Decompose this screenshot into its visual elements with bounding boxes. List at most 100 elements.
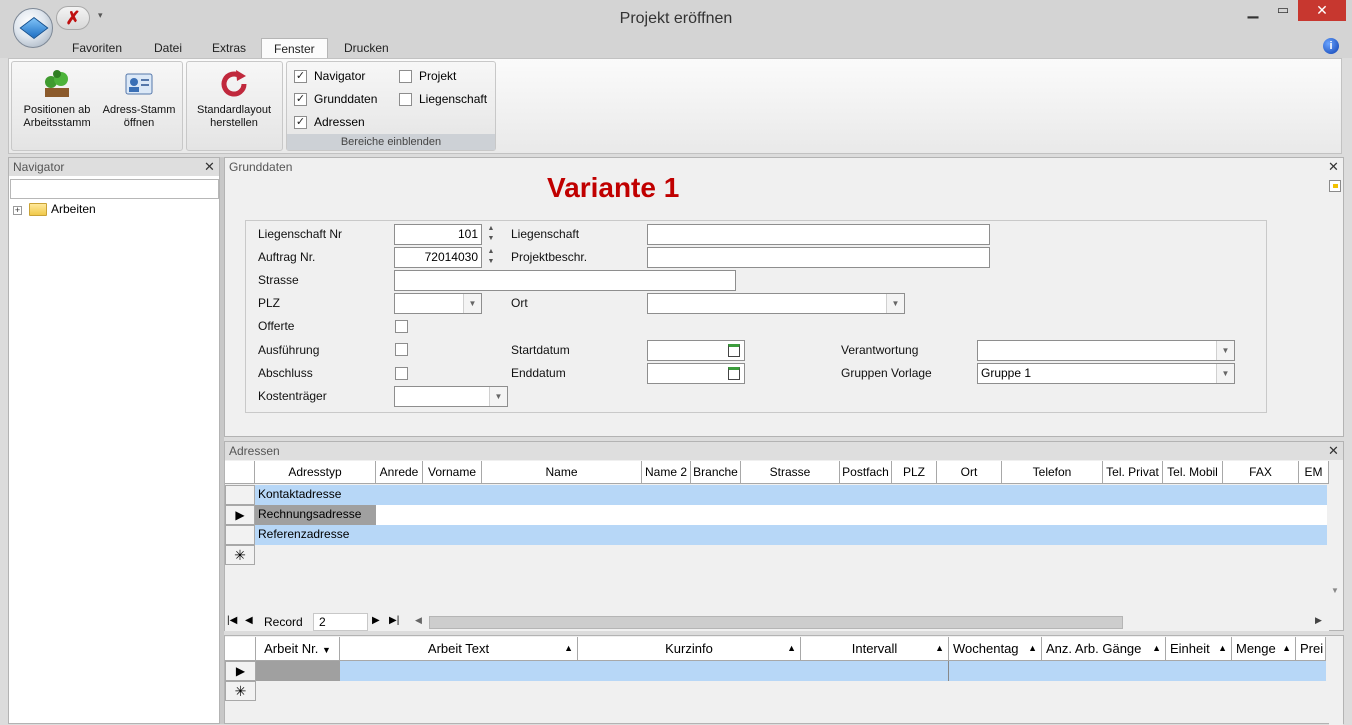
tree-expand-icon[interactable]: +: [13, 206, 22, 215]
column-header[interactable]: Vorname: [423, 461, 482, 484]
sort-up-icon[interactable]: ▲: [935, 637, 944, 660]
liegenschaft-checkbox[interactable]: Liegenschaft: [399, 90, 487, 108]
column-header[interactable]: Arbeit Nr. ▼: [256, 637, 340, 661]
chevron-down-icon[interactable]: ▼: [886, 294, 904, 313]
verantwortung-combo[interactable]: ▼: [977, 340, 1235, 361]
column-header[interactable]: Branche: [691, 461, 741, 484]
ort-combo[interactable]: ▼: [647, 293, 905, 314]
calendar-icon[interactable]: [728, 344, 740, 357]
table-row[interactable]: [340, 661, 949, 681]
current-row-arrow-icon[interactable]: ▶: [225, 661, 256, 681]
startdatum-input[interactable]: [647, 340, 745, 361]
record-number-input[interactable]: 2: [313, 613, 368, 631]
last-record-icon[interactable]: ▶|: [389, 615, 399, 626]
tab-drucken[interactable]: Drucken: [336, 38, 397, 58]
column-header[interactable]: Tel. Privat: [1103, 461, 1163, 484]
column-header[interactable]: Anz. Arb. Gänge ▲: [1042, 637, 1166, 661]
chevron-down-icon[interactable]: ▼: [489, 387, 507, 406]
strasse-input[interactable]: [394, 270, 736, 291]
grunddaten-close-icon[interactable]: ✕: [1328, 159, 1339, 175]
adressen-close-icon[interactable]: ✕: [1328, 443, 1339, 459]
app-menu-button[interactable]: [13, 8, 53, 48]
projekt-checkbox[interactable]: Projekt: [399, 67, 456, 85]
column-header[interactable]: Anrede: [376, 461, 423, 484]
maximize-button[interactable]: ▭: [1270, 2, 1296, 22]
gruppen-vorlage-combo[interactable]: Gruppe 1 ▼: [977, 363, 1235, 384]
column-header[interactable]: Strasse: [741, 461, 840, 484]
new-row-asterisk-icon[interactable]: ✳: [225, 681, 256, 701]
calendar-icon[interactable]: [728, 367, 740, 380]
tab-favoriten[interactable]: Favoriten: [64, 38, 130, 58]
next-record-icon[interactable]: ▶: [372, 615, 380, 626]
column-header[interactable]: Name: [482, 461, 642, 484]
plz-combo[interactable]: ▼: [394, 293, 482, 314]
positionen-button[interactable]: Positionen ab Arbeitsstamm: [16, 64, 98, 136]
column-header[interactable]: Wochentag ▲: [949, 637, 1042, 661]
liegenschaft-nr-input[interactable]: 101: [394, 224, 482, 245]
scroll-down-icon[interactable]: ▼: [1331, 586, 1339, 595]
column-header[interactable]: Name 2: [642, 461, 691, 484]
minimize-button[interactable]: ▁: [1240, 2, 1266, 22]
liegenschaft-nr-spinner[interactable]: ▲ ▼: [485, 224, 497, 245]
liegenschaft-input[interactable]: [647, 224, 990, 245]
navigator-close-icon[interactable]: ✕: [204, 159, 215, 175]
grunddaten-checkbox[interactable]: ✓ Grunddaten: [294, 90, 377, 108]
navigator-checkbox[interactable]: ✓ Navigator: [294, 67, 365, 85]
tree-item-arbeiten[interactable]: Arbeiten: [51, 202, 96, 216]
tab-extras[interactable]: Extras: [204, 38, 254, 58]
column-header[interactable]: Adresstyp: [255, 461, 376, 484]
selected-cell[interactable]: Rechnungsadresse: [255, 505, 376, 525]
abschluss-checkbox[interactable]: [395, 367, 408, 380]
scroll-right-icon[interactable]: ▶: [1315, 615, 1322, 626]
row-selector[interactable]: [225, 525, 255, 545]
table-row[interactable]: Kontaktadresse: [255, 485, 1327, 505]
chevron-down-icon[interactable]: ▼: [1216, 341, 1234, 360]
column-header[interactable]: Telefon: [1002, 461, 1103, 484]
column-header[interactable]: PLZ: [892, 461, 937, 484]
table-row[interactable]: [255, 505, 1327, 525]
auftrag-nr-spinner[interactable]: ▲ ▼: [485, 247, 497, 268]
chevron-down-icon[interactable]: ▼: [463, 294, 481, 313]
projektbeschr-input[interactable]: [647, 247, 990, 268]
column-header[interactable]: Prei: [1296, 637, 1326, 661]
vertical-scrollbar[interactable]: [1329, 636, 1343, 725]
prev-record-icon[interactable]: ◀: [245, 615, 253, 626]
standardlayout-button[interactable]: Standardlayout herstellen: [193, 64, 275, 136]
column-header[interactable]: FAX: [1223, 461, 1299, 484]
column-header[interactable]: Postfach: [840, 461, 892, 484]
auftrag-nr-input[interactable]: 72014030: [394, 247, 482, 268]
table-row[interactable]: [949, 661, 1326, 681]
chevron-down-icon[interactable]: ▼: [1216, 364, 1234, 383]
offerte-checkbox[interactable]: [395, 320, 408, 333]
enddatum-input[interactable]: [647, 363, 745, 384]
column-header[interactable]: Arbeit Text ▲: [340, 637, 578, 661]
sort-up-icon[interactable]: ▲: [1282, 637, 1291, 660]
kostentraeger-combo[interactable]: ▼: [394, 386, 508, 407]
column-header[interactable]: Menge ▲: [1232, 637, 1296, 661]
tab-fenster[interactable]: Fenster: [261, 38, 328, 58]
new-row-asterisk-icon[interactable]: ✳: [225, 545, 255, 565]
horizontal-scroll-thumb[interactable]: [429, 616, 1123, 629]
scroll-left-icon[interactable]: ◀: [415, 615, 422, 626]
current-row-arrow-icon[interactable]: ▶: [225, 505, 255, 525]
sort-up-icon[interactable]: ▲: [1152, 637, 1161, 660]
column-header[interactable]: Kurzinfo ▲: [578, 637, 801, 661]
table-row[interactable]: Referenzadresse: [255, 525, 1327, 545]
pin-icon[interactable]: [1329, 180, 1341, 192]
close-button[interactable]: ✕: [1298, 0, 1346, 21]
sort-up-icon[interactable]: ▲: [1028, 637, 1037, 660]
sort-up-icon[interactable]: ▲: [1218, 637, 1227, 660]
column-header[interactable]: Tel. Mobil: [1163, 461, 1223, 484]
vertical-scrollbar[interactable]: ▼: [1329, 485, 1343, 615]
column-header[interactable]: Intervall ▲: [801, 637, 949, 661]
help-icon[interactable]: i: [1323, 38, 1339, 54]
chevron-down-icon[interactable]: ▼: [322, 645, 331, 655]
selected-cell[interactable]: [256, 661, 340, 681]
sort-up-icon[interactable]: ▲: [564, 637, 573, 660]
column-header[interactable]: Einheit ▲: [1166, 637, 1232, 661]
adressen-checkbox[interactable]: ✓ Adressen: [294, 113, 365, 131]
sort-up-icon[interactable]: ▲: [787, 637, 796, 660]
tab-datei[interactable]: Datei: [146, 38, 190, 58]
ausfuehrung-checkbox[interactable]: [395, 343, 408, 356]
column-header[interactable]: EM: [1299, 461, 1329, 484]
